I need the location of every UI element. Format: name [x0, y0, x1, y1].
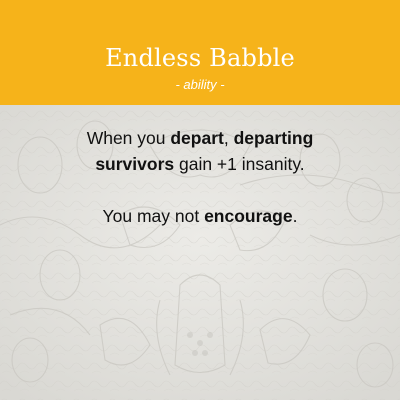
rule-text-segment: You may not — [102, 206, 205, 226]
rule-text-segment: gain +1 insanity. — [174, 154, 305, 174]
rule-text-segment: When you — [86, 128, 171, 148]
rule-text-segment: , — [223, 128, 234, 148]
keyword-text: depart — [170, 128, 224, 148]
card: Endless Babble - ability - When you depa… — [0, 0, 400, 400]
card-title: Endless Babble — [105, 44, 295, 72]
rule-paragraph: You may not encourage. — [20, 203, 380, 229]
rule-text-segment: . — [292, 206, 298, 226]
keyword-text: encourage — [204, 206, 293, 226]
rules-text: When you depart, departing survivors gain… — [20, 125, 380, 229]
rule-paragraph: When you depart, departing survivors gain… — [20, 125, 380, 177]
card-subtitle: - ability - — [175, 77, 225, 92]
keyword-text: survivors — [95, 154, 175, 174]
keyword-text: departing — [233, 128, 314, 148]
card-header: Endless Babble - ability - — [0, 0, 400, 105]
